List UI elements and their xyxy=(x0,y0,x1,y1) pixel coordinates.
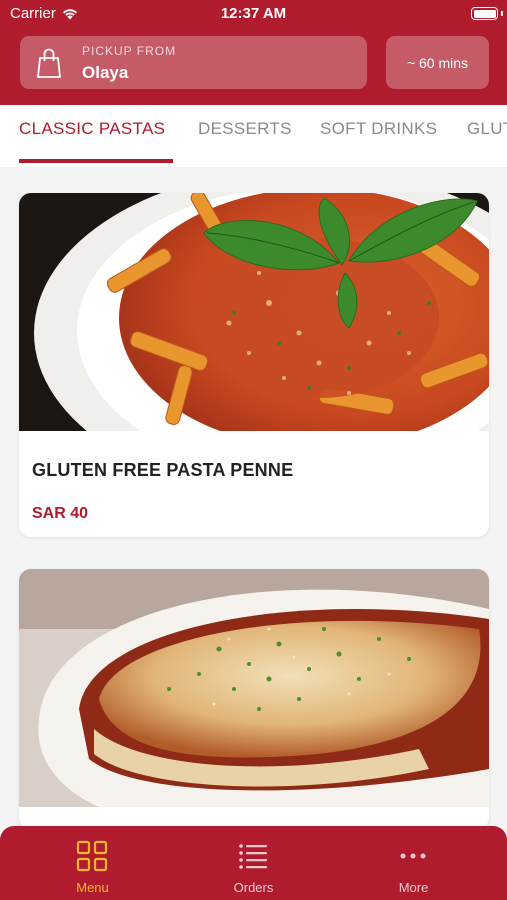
app-header: Carrier 12:37 AM PICKUP FROM Olaya ~ 60 … xyxy=(0,0,507,105)
eta-button[interactable]: ~ 60 mins xyxy=(386,36,489,89)
pickup-location: Olaya xyxy=(82,63,129,82)
battery-tip xyxy=(501,11,503,16)
nav-more[interactable]: More xyxy=(329,826,498,900)
bottom-navigation: Menu Orders More xyxy=(0,826,507,900)
category-tabs: CLASSIC PASTAS DESSERTS SOFT DRINKS GLUT xyxy=(0,105,507,167)
more-icon xyxy=(400,853,426,859)
pickup-location-selector[interactable]: PICKUP FROM Olaya xyxy=(20,36,367,89)
product-image-penne xyxy=(19,193,489,431)
tab-gluten-free[interactable]: GLUT xyxy=(467,119,507,139)
shopping-bag-icon xyxy=(37,48,61,78)
list-icon xyxy=(239,844,267,869)
tab-desserts[interactable]: DESSERTS xyxy=(198,119,292,139)
product-image-lasagna xyxy=(19,569,489,807)
tab-soft-drinks[interactable]: SOFT DRINKS xyxy=(320,119,437,139)
active-tab-indicator xyxy=(19,159,173,163)
tab-classic-pastas[interactable]: CLASSIC PASTAS xyxy=(19,119,165,139)
pickup-label: PICKUP FROM xyxy=(82,44,177,58)
product-price: SAR 40 xyxy=(32,505,89,522)
grid-icon xyxy=(76,840,108,872)
status-time: 12:37 AM xyxy=(220,5,287,22)
eta-label: ~ 60 mins xyxy=(406,54,469,71)
nav-orders-label: Orders xyxy=(233,880,274,895)
status-bar: Carrier 12:37 AM xyxy=(0,0,507,28)
nav-menu-label: Menu xyxy=(76,880,109,895)
product-name: GLUTEN FREE PASTA PENNE xyxy=(32,460,294,480)
product-card[interactable] xyxy=(19,569,489,829)
nav-more-label: More xyxy=(398,880,429,895)
product-card[interactable]: GLUTEN FREE PASTA PENNE SAR 40 xyxy=(19,193,489,537)
nav-menu[interactable]: Menu xyxy=(8,826,177,900)
battery-icon xyxy=(471,7,498,20)
nav-orders[interactable]: Orders xyxy=(169,826,338,900)
